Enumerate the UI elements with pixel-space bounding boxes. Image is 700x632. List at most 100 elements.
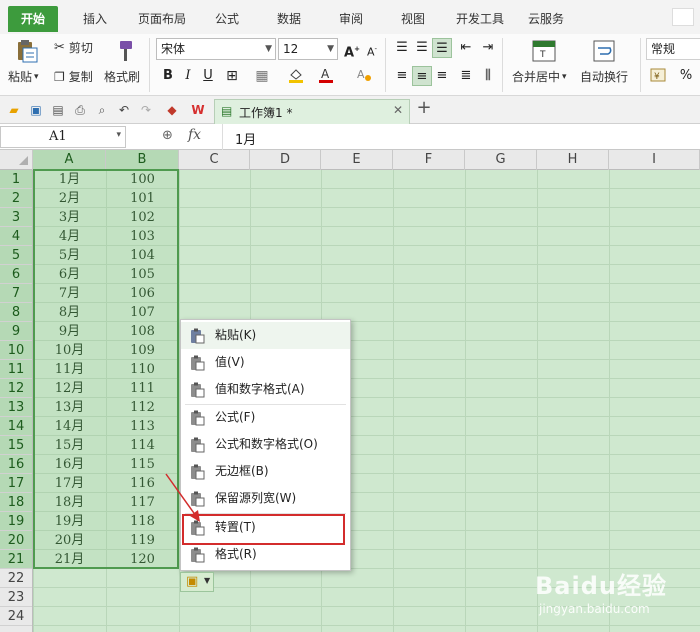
row-header-14[interactable]: 14 (0, 417, 32, 436)
row-header-4[interactable]: 4 (0, 227, 32, 246)
font-color-icon[interactable]: A (316, 66, 336, 86)
window-control-box[interactable] (672, 8, 694, 26)
formula-input[interactable]: 1月 (222, 124, 700, 150)
bold-button[interactable]: B (158, 66, 178, 86)
column-header-a[interactable]: A (33, 150, 106, 170)
menu-item-paste-values-numformat[interactable]: 值和数字格式(A) (181, 376, 350, 403)
row-header-6[interactable]: 6 (0, 265, 32, 284)
align-right-icon[interactable]: ≡ (432, 66, 452, 86)
format-painter-icon[interactable] (110, 38, 138, 64)
save-icon[interactable]: ▣ (28, 102, 44, 118)
select-all-corner[interactable] (0, 150, 33, 170)
column-header-h[interactable]: H (537, 150, 609, 170)
row-header-22[interactable]: 22 (0, 569, 32, 588)
zoom-search-icon[interactable]: ⊕ (162, 128, 173, 143)
column-header-b[interactable]: B (106, 150, 179, 170)
cut-button[interactable]: ✂ 剪切 (54, 39, 93, 56)
merge-center-button[interactable]: 合并居中 ▾ (512, 68, 567, 85)
indent-increase-icon[interactable]: ⇥ (478, 38, 498, 58)
row-header-18[interactable]: 18 (0, 493, 32, 512)
row-header-17[interactable]: 17 (0, 474, 32, 493)
row-header-2[interactable]: 2 (0, 189, 32, 208)
fill-color-icon[interactable] (286, 66, 306, 86)
grow-font-button[interactable]: A+ (342, 39, 362, 60)
tab-insert[interactable]: 插入 (70, 6, 120, 32)
menu-item-paste-formula-numformat[interactable]: 公式和数字格式(O) (181, 431, 350, 458)
menu-item-paste[interactable]: 粘贴(K) (181, 322, 350, 349)
row-header-23[interactable]: 23 (0, 588, 32, 607)
cell-style-icon[interactable]: ▦ (252, 66, 272, 86)
row-header-9[interactable]: 9 (0, 322, 32, 341)
row-header-11[interactable]: 11 (0, 360, 32, 379)
font-size-select[interactable]: 12 ▼ (278, 38, 338, 60)
justify-icon[interactable]: ≣ (456, 66, 476, 86)
merge-center-icon[interactable]: T (530, 38, 558, 64)
copy-button[interactable]: ❐ 复制 (54, 68, 93, 85)
column-header-f[interactable]: F (393, 150, 465, 170)
row-header-12[interactable]: 12 (0, 379, 32, 398)
fx-icon[interactable]: fx (188, 127, 201, 143)
close-icon[interactable]: ✕ (393, 103, 403, 117)
tab-cloud-service[interactable]: 云服务 (520, 6, 572, 32)
tab-formulas[interactable]: 公式 (206, 6, 248, 32)
paste-icon[interactable] (12, 38, 40, 64)
borders-icon[interactable]: ⊞ (222, 66, 242, 86)
name-box[interactable]: A1 ▾ (0, 126, 126, 148)
tab-review[interactable]: 审阅 (330, 6, 372, 32)
indent-decrease-icon[interactable]: ⇤ (456, 38, 476, 58)
print-icon[interactable]: ⎙ (72, 102, 88, 118)
menu-item-paste-values[interactable]: 值(V) (181, 349, 350, 376)
align-center-icon[interactable]: ≡ (412, 66, 432, 86)
align-bottom-icon[interactable]: ☰ (432, 38, 452, 58)
row-header-21[interactable]: 21 (0, 550, 32, 569)
row-header-13[interactable]: 13 (0, 398, 32, 417)
open-folder-icon[interactable]: ▰ (6, 102, 22, 118)
percent-button[interactable]: % (676, 66, 696, 86)
align-top-icon[interactable]: ☰ (392, 38, 412, 58)
redo-icon[interactable]: ↷ (138, 102, 154, 118)
export-pdf-icon[interactable]: ▤ (50, 102, 66, 118)
row-header-1[interactable]: 1 (0, 170, 32, 189)
clear-format-icon[interactable]: A (354, 66, 374, 86)
undo-icon[interactable]: ↶ (116, 102, 132, 118)
tab-home[interactable]: 开始 (8, 6, 58, 32)
row-header-10[interactable]: 10 (0, 341, 32, 360)
font-name-select[interactable]: 宋体 ▼ (156, 38, 276, 60)
row-header-3[interactable]: 3 (0, 208, 32, 227)
paste-button[interactable]: 粘贴 ▾ (8, 68, 39, 85)
column-header-d[interactable]: D (250, 150, 321, 170)
row-header-8[interactable]: 8 (0, 303, 32, 322)
menu-item-paste-format[interactable]: 格式(R) (181, 541, 350, 568)
format-painter-button[interactable]: 格式刷 (104, 68, 140, 85)
currency-icon[interactable]: ¥ (648, 66, 668, 86)
row-header-20[interactable]: 20 (0, 531, 32, 550)
italic-button[interactable]: I (178, 66, 198, 86)
paste-options-button[interactable]: ▣ ▼ (180, 572, 214, 592)
align-left-icon[interactable]: ≡ (392, 66, 412, 86)
underline-button[interactable]: U (198, 66, 218, 86)
shrink-font-button[interactable]: A- (362, 39, 382, 59)
document-tab[interactable]: ▤ 工作簿1 * ✕ (214, 99, 410, 124)
wrap-text-icon[interactable] (590, 38, 618, 64)
tab-developer[interactable]: 开发工具 (448, 6, 512, 32)
number-format-select[interactable]: 常规 (646, 38, 700, 60)
align-middle-icon[interactable]: ☰ (412, 38, 432, 58)
tab-data[interactable]: 数据 (268, 6, 310, 32)
tab-view[interactable]: 视图 (392, 6, 434, 32)
new-tab-button[interactable]: + (416, 99, 432, 117)
column-header-c[interactable]: C (179, 150, 250, 170)
row-header-7[interactable]: 7 (0, 284, 32, 303)
column-header-i[interactable]: I (609, 150, 700, 170)
wrap-text-button[interactable]: 自动换行 (580, 68, 628, 85)
column-header-g[interactable]: G (465, 150, 537, 170)
tab-page-layout[interactable]: 页面布局 (130, 6, 194, 32)
row-header-24[interactable]: 24 (0, 607, 32, 626)
row-header-5[interactable]: 5 (0, 246, 32, 265)
column-header-e[interactable]: E (321, 150, 393, 170)
customize-icon[interactable]: ◆ (164, 102, 180, 118)
distribute-icon[interactable]: ⫼ (478, 66, 498, 86)
row-header-15[interactable]: 15 (0, 436, 32, 455)
row-header-16[interactable]: 16 (0, 455, 32, 474)
row-header-19[interactable]: 19 (0, 512, 32, 531)
print-preview-icon[interactable]: ⌕ (94, 102, 110, 118)
